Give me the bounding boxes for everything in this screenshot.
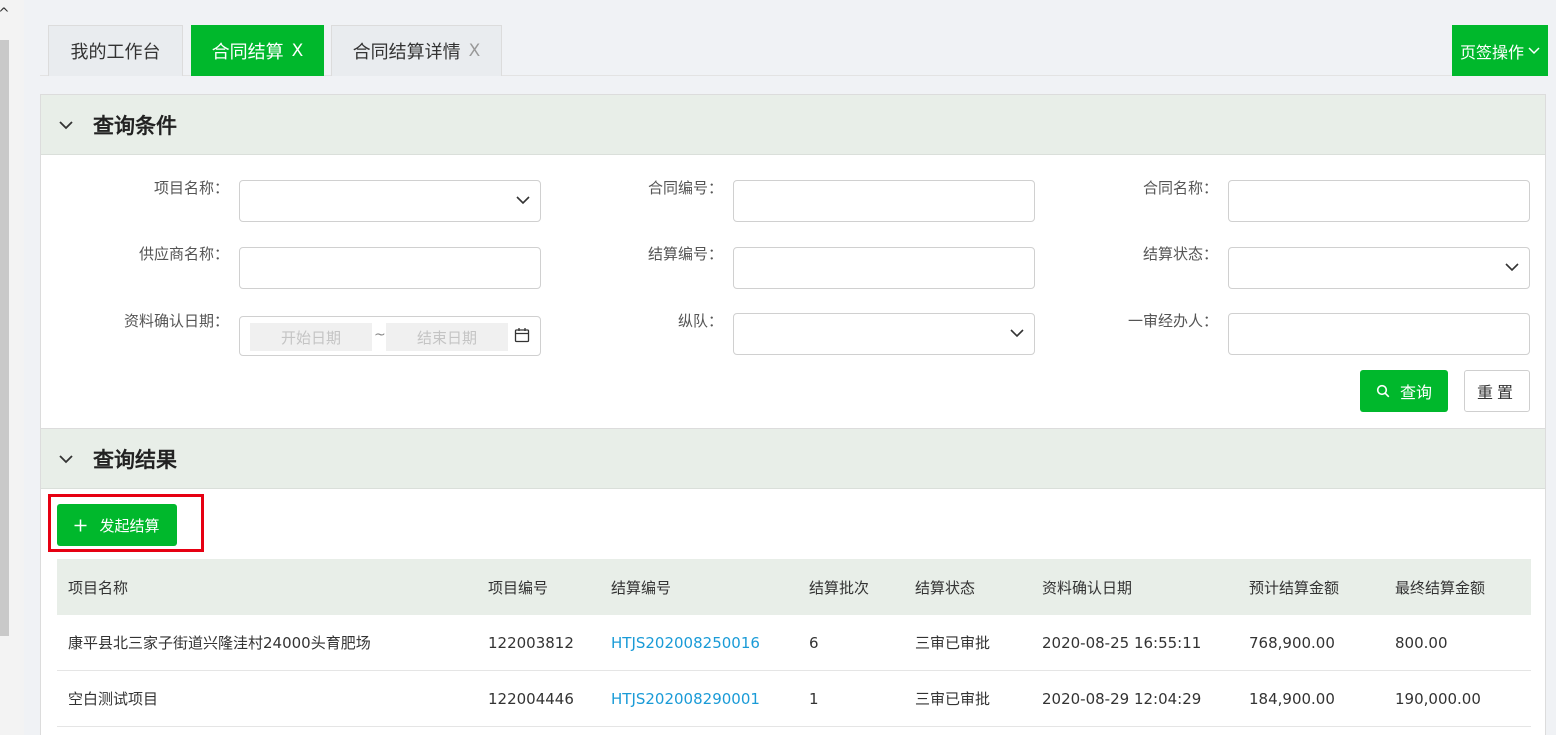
chevron-down-icon (59, 454, 73, 463)
confirm-date-label: 资料确认日期： (123, 312, 229, 330)
column-team-label: 纵队： (677, 312, 723, 330)
tab-bar: 我的工作台 合同结算 X 合同结算详情 X 页签操作 (40, 10, 1548, 76)
reset-button[interactable]: 重置 (1464, 370, 1530, 412)
contract-no-field[interactable] (734, 181, 1034, 221)
col-confirm-date[interactable]: 资料确认日期 (1031, 577, 1238, 598)
query-button-label: 查询 (1399, 383, 1432, 402)
left-scroll-strip: ^ (0, 0, 24, 735)
cell-confirm-date: 2020-08-25 16:55:11 (1042, 633, 1202, 652)
tab-contract-settlement[interactable]: 合同结算 X (191, 25, 324, 76)
col-project-name[interactable]: 项目名称 (57, 577, 477, 598)
table-row[interactable]: 康平县北三家子街道兴隆洼村24000头育肥场 122003812 HTJS202… (57, 615, 1531, 671)
contract-no-label: 合同编号： (647, 179, 723, 197)
tab-settlement-detail[interactable]: 合同结算详情 X (331, 25, 502, 76)
page-operations-button[interactable]: 页签操作 (1452, 25, 1548, 76)
settlement-no-link[interactable]: HTJS202008290001 (600, 690, 798, 708)
results-panel-header[interactable]: 查询结果 (41, 429, 1545, 489)
contract-name-label: 合同名称： (1142, 179, 1218, 197)
col-project-no[interactable]: 项目编号 (477, 577, 600, 598)
start-settlement-label: 发起结算 (99, 516, 160, 535)
settlement-no-input[interactable] (733, 247, 1035, 289)
collapse-caret-icon[interactable]: ^ (0, 6, 10, 22)
cell-project-no: 122004446 (488, 689, 574, 708)
cell-final-amount: 190,000.00 (1395, 689, 1481, 708)
supplier-name-label: 供应商名称： (138, 245, 229, 263)
cell-confirm-date: 2020-08-29 12:04:29 (1042, 689, 1202, 708)
search-icon (1376, 384, 1390, 398)
tab-label: 我的工作台 (70, 42, 161, 63)
page-ops-label: 页签操作 (1459, 42, 1524, 62)
confirm-date-range[interactable]: 开始日期 ~ 结束日期 (239, 316, 541, 356)
results-panel: 查询结果 发起结算 项目名称 项目编号 结算编号 结算批次 结算状态 资料确认日… (40, 428, 1546, 735)
settlement-status-label: 结算状态： (1142, 245, 1218, 263)
reset-button-label: 重置 (1476, 383, 1517, 402)
date-separator: ~ (374, 327, 386, 343)
tab-label: 合同结算详情 (352, 42, 461, 63)
plus-icon (74, 519, 87, 531)
col-final-amount[interactable]: 最终结算金额 (1384, 577, 1531, 598)
query-button[interactable]: 查询 (1360, 370, 1448, 412)
scrollbar[interactable] (0, 40, 9, 636)
cell-project-name: 空白测试项目 (68, 690, 159, 708)
query-panel-title: 查询条件 (93, 113, 177, 138)
settlement-no-field[interactable] (734, 248, 1034, 288)
table-row[interactable]: 空白测试项目 122004446 HTJS202008290001 1 三审已审… (57, 671, 1531, 727)
end-date-input[interactable]: 结束日期 (386, 323, 508, 351)
col-settlement-no[interactable]: 结算编号 (600, 577, 798, 598)
settlement-no-label: 结算编号： (647, 245, 723, 263)
cell-status: 三审已审批 (915, 690, 991, 708)
tab-label: 合同结算 (211, 42, 284, 63)
supplier-name-field[interactable] (240, 248, 540, 288)
query-panel-header[interactable]: 查询条件 (41, 95, 1545, 155)
column-team-select[interactable] (733, 313, 1035, 355)
project-name-select[interactable] (239, 180, 541, 222)
cell-estimated-amount: 184,900.00 (1249, 689, 1335, 708)
tab-workbench[interactable]: 我的工作台 (48, 25, 183, 76)
chevron-down-icon (59, 120, 73, 129)
col-settlement-status[interactable]: 结算状态 (904, 577, 1031, 598)
cell-batch: 6 (809, 633, 819, 652)
col-estimated-amount[interactable]: 预计结算金额 (1238, 577, 1384, 598)
results-table: 项目名称 项目编号 结算编号 结算批次 结算状态 资料确认日期 预计结算金额 最… (57, 559, 1531, 727)
chevron-down-icon (1010, 329, 1024, 338)
cell-estimated-amount: 768,900.00 (1249, 633, 1335, 652)
table-header: 项目名称 项目编号 结算编号 结算批次 结算状态 资料确认日期 预计结算金额 最… (57, 559, 1531, 615)
settlement-status-select[interactable] (1228, 247, 1530, 289)
start-date-input[interactable]: 开始日期 (250, 323, 372, 351)
contract-no-input[interactable] (733, 180, 1035, 222)
start-settlement-button[interactable]: 发起结算 (57, 504, 177, 546)
contract-name-field[interactable] (1229, 181, 1529, 221)
first-reviewer-input[interactable] (1228, 313, 1530, 355)
contract-name-input[interactable] (1228, 180, 1530, 222)
query-panel: 查询条件 项目名称： 合同编号： 合同名称： 供应商名称： 结算编号： 结算状态… (40, 94, 1546, 429)
cell-batch: 1 (809, 689, 819, 708)
chevron-down-icon (1505, 263, 1519, 272)
chevron-down-icon (516, 196, 530, 205)
cell-status: 三审已审批 (915, 634, 991, 652)
first-reviewer-label: 一审经办人： (1127, 312, 1218, 330)
results-panel-title: 查询结果 (93, 447, 177, 472)
close-icon[interactable]: X (469, 41, 481, 61)
close-icon[interactable]: X (292, 41, 304, 61)
calendar-icon[interactable] (514, 327, 530, 343)
first-reviewer-field[interactable] (1229, 314, 1529, 354)
cell-final-amount: 800.00 (1395, 633, 1448, 652)
chevron-down-icon (1528, 46, 1540, 54)
cell-project-no: 122003812 (488, 633, 574, 652)
settlement-no-link[interactable]: HTJS202008250016 (600, 634, 798, 652)
supplier-name-input[interactable] (239, 247, 541, 289)
project-name-label: 项目名称： (153, 179, 229, 197)
cell-project-name: 康平县北三家子街道兴隆洼村24000头育肥场 (68, 634, 371, 652)
col-settlement-batch[interactable]: 结算批次 (798, 577, 904, 598)
